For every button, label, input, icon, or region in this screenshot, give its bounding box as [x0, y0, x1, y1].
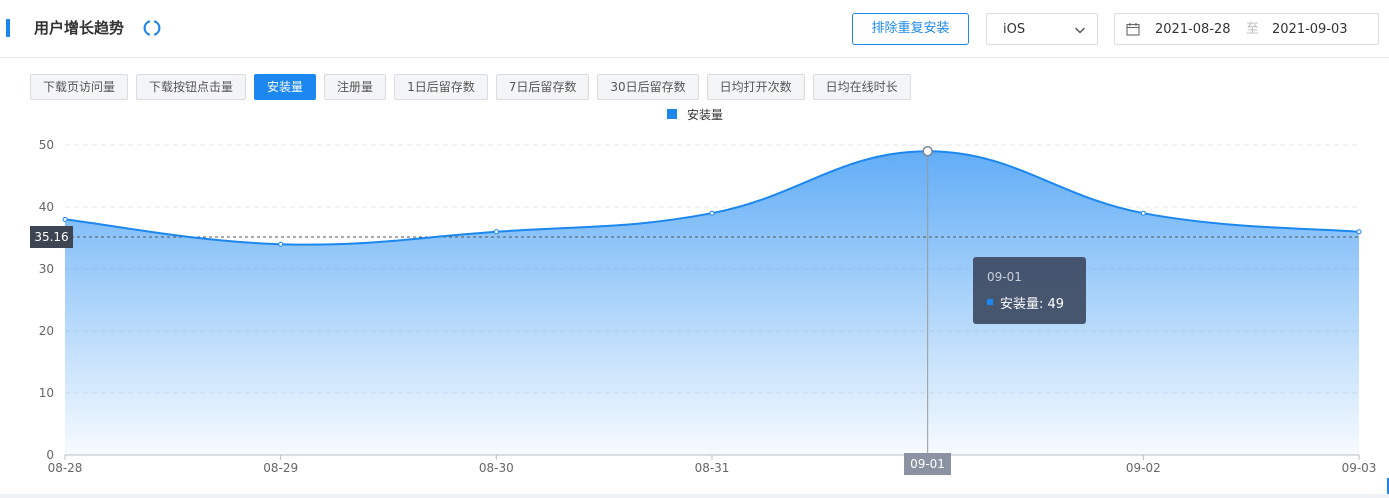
tooltip-date: 09-01 [987, 270, 1022, 284]
x-tick-label: 09-03 [1342, 461, 1377, 475]
area-chart[interactable]: 01020304050 08-2808-2908-3008-3109-0109-… [0, 0, 1389, 494]
data-point[interactable] [1140, 210, 1146, 216]
series-area [65, 151, 1359, 455]
x-tick-label: 08-28 [48, 461, 83, 475]
x-axis-pointer-label: 09-01 [904, 453, 951, 475]
data-point[interactable] [922, 145, 933, 157]
y-tick-label: 40 [39, 200, 54, 214]
y-axis-pointer-label: 35.16 [30, 226, 73, 248]
x-tick-label: 09-02 [1126, 461, 1161, 475]
chart-tooltip: 09-01 安装量: 49 [973, 257, 1086, 324]
chart-card: 用户增长趋势 排除重复安装 iOS 2021-08-28 至 2021-09-0… [0, 0, 1389, 494]
x-tick-label: 08-29 [263, 461, 298, 475]
y-tick-label: 10 [39, 386, 54, 400]
data-point[interactable] [278, 241, 284, 247]
y-tick-label: 30 [39, 262, 54, 276]
data-point[interactable] [493, 229, 499, 235]
tooltip-series-marker [987, 299, 993, 305]
x-tick-label: 08-31 [695, 461, 730, 475]
data-point[interactable] [709, 210, 715, 216]
y-tick-label: 0 [46, 448, 54, 462]
data-point[interactable] [62, 216, 68, 222]
tooltip-value: 安装量: 49 [1000, 297, 1065, 312]
x-tick-label: 08-30 [479, 461, 514, 475]
data-point[interactable] [1356, 229, 1362, 235]
y-tick-label: 20 [39, 324, 54, 338]
y-tick-label: 50 [39, 138, 54, 152]
